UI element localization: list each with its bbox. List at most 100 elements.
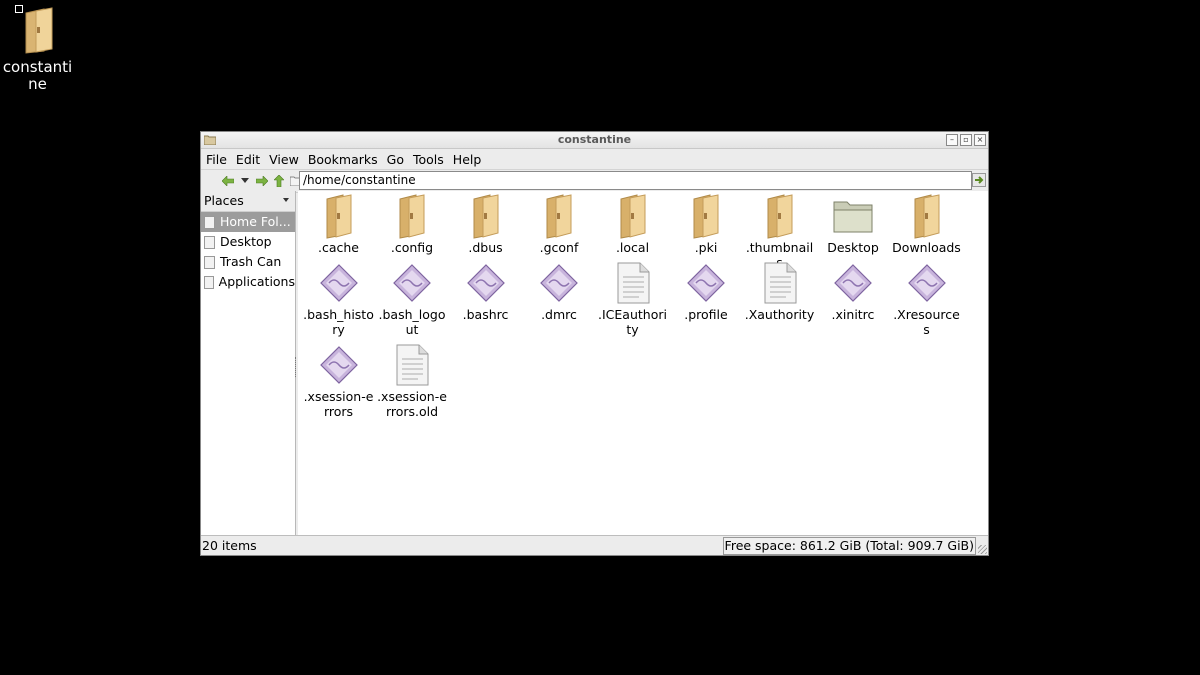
file-item-label: .cache <box>318 240 359 255</box>
place-trash-can[interactable]: Trash Can <box>201 252 295 272</box>
free-space: Free space: 861.2 GiB (Total: 909.7 GiB) <box>722 537 976 555</box>
folder-icon <box>743 192 816 240</box>
file-item[interactable]: .bashrc <box>449 259 522 322</box>
up-arrow-icon <box>274 175 284 187</box>
document-icon <box>596 259 669 307</box>
file-item-label: .xinitrc <box>831 307 875 322</box>
file-item[interactable]: .ICEauthority <box>596 259 669 337</box>
close-button[interactable]: × <box>974 134 986 146</box>
file-item[interactable]: .dmrc <box>523 259 596 322</box>
places-header-label: Places <box>204 193 244 208</box>
window-title: constantine <box>557 133 632 146</box>
menu-bookmarks[interactable]: Bookmarks <box>308 152 378 167</box>
resize-grip[interactable] <box>978 545 987 554</box>
file-item-label: .config <box>390 240 434 255</box>
file-item-label: .Xresources <box>893 307 960 337</box>
file-item[interactable]: .dbus <box>449 192 522 255</box>
folder-icon <box>523 192 596 240</box>
file-item-label: Downloads <box>892 240 961 255</box>
file-item[interactable]: Desktop <box>817 192 890 255</box>
file-item[interactable]: .gconf <box>523 192 596 255</box>
file-item[interactable]: .xinitrc <box>817 259 890 322</box>
text-file-icon <box>523 259 596 307</box>
file-item-label: .gconf <box>539 240 579 255</box>
folder-icon <box>670 192 743 240</box>
place-label: Trash Can <box>220 254 282 269</box>
document-icon <box>743 259 816 307</box>
file-item-label: .pki <box>694 240 718 255</box>
place-label: Applications <box>218 274 295 289</box>
file-item[interactable]: .local <box>596 192 669 255</box>
file-item-label: .bash_history <box>303 307 374 337</box>
go-icon[interactable] <box>972 173 986 187</box>
menu-file[interactable]: File <box>206 152 227 167</box>
text-file-icon <box>817 259 890 307</box>
place-applications[interactable]: Applications <box>201 272 295 292</box>
file-item[interactable]: .Xresources <box>890 259 963 337</box>
file-item[interactable]: .xsession-errors <box>302 341 375 419</box>
text-file-icon <box>376 259 449 307</box>
dropdown-arrow-icon <box>241 178 249 183</box>
file-item[interactable]: .bash_history <box>302 259 375 337</box>
applications-icon <box>204 275 214 289</box>
maximize-button[interactable]: ▫ <box>960 134 972 146</box>
desktop-home-folder[interactable]: constantine <box>0 0 75 93</box>
back-arrow-icon <box>222 176 234 186</box>
file-item[interactable]: .cache <box>302 192 375 255</box>
file-item-label: .xsession-errors <box>303 389 374 419</box>
file-item[interactable]: .pki <box>670 192 743 255</box>
title-bar[interactable]: constantine – ▫ × <box>201 132 988 149</box>
text-file-icon <box>449 259 522 307</box>
selection-corner-icon <box>15 5 23 13</box>
place-label: Desktop <box>220 234 272 249</box>
menu-view[interactable]: View <box>269 152 299 167</box>
desktop-icon <box>204 235 215 249</box>
file-item[interactable]: Downloads <box>890 192 963 255</box>
folder-icon <box>890 192 963 240</box>
forward-arrow-icon <box>256 176 268 186</box>
file-item-label: .dmrc <box>541 307 577 322</box>
file-item[interactable]: .xsession-errors.old <box>376 341 449 419</box>
menu-edit[interactable]: Edit <box>236 152 260 167</box>
file-item[interactable]: .Xauthority <box>743 259 816 322</box>
text-file-icon <box>302 259 375 307</box>
text-file-icon <box>670 259 743 307</box>
file-item-label: .xsession-errors.old <box>377 389 447 419</box>
file-item-label: .profile <box>684 307 728 322</box>
location-bar[interactable]: /home/constantine <box>299 171 972 190</box>
places-pane: Places Home Fol... Desktop Trash Can App… <box>201 191 296 535</box>
forward-button[interactable] <box>254 173 270 189</box>
folder-icon <box>376 192 449 240</box>
file-item-label: .ICEauthority <box>598 307 667 337</box>
menu-go[interactable]: Go <box>387 152 404 167</box>
file-item[interactable]: .bash_logout <box>376 259 449 337</box>
home-icon <box>204 215 215 229</box>
chevron-down-icon <box>283 198 289 202</box>
file-item-label: .Xauthority <box>744 307 815 322</box>
file-item-label: .local <box>615 240 650 255</box>
places-selector[interactable]: Places <box>201 191 295 212</box>
menu-help[interactable]: Help <box>453 152 482 167</box>
file-item[interactable]: .profile <box>670 259 743 322</box>
place-desktop[interactable]: Desktop <box>201 232 295 252</box>
place-label: Home Fol... <box>220 214 291 229</box>
up-button[interactable] <box>271 173 287 189</box>
back-history-dropdown[interactable] <box>237 173 253 189</box>
menu-tools[interactable]: Tools <box>413 152 444 167</box>
back-button[interactable] <box>220 173 236 189</box>
minimize-button[interactable]: – <box>946 134 958 146</box>
file-item-label: Desktop <box>827 240 879 255</box>
place-home-folder[interactable]: Home Fol... <box>201 212 295 232</box>
desktop-folder-icon <box>817 192 890 240</box>
menu-bar: File Edit View Bookmarks Go Tools Help <box>201 149 988 170</box>
folder-icon <box>302 192 375 240</box>
folder-icon <box>449 192 522 240</box>
file-icon-view: .cache .config .dbus .gconf .local .pki .thumb… <box>298 191 988 535</box>
folder-icon <box>596 192 669 240</box>
document-icon <box>376 341 449 389</box>
text-file-icon <box>890 259 963 307</box>
file-item[interactable]: .config <box>376 192 449 255</box>
trash-icon <box>204 255 215 269</box>
item-count: 20 items <box>202 538 257 553</box>
text-file-icon <box>302 341 375 389</box>
